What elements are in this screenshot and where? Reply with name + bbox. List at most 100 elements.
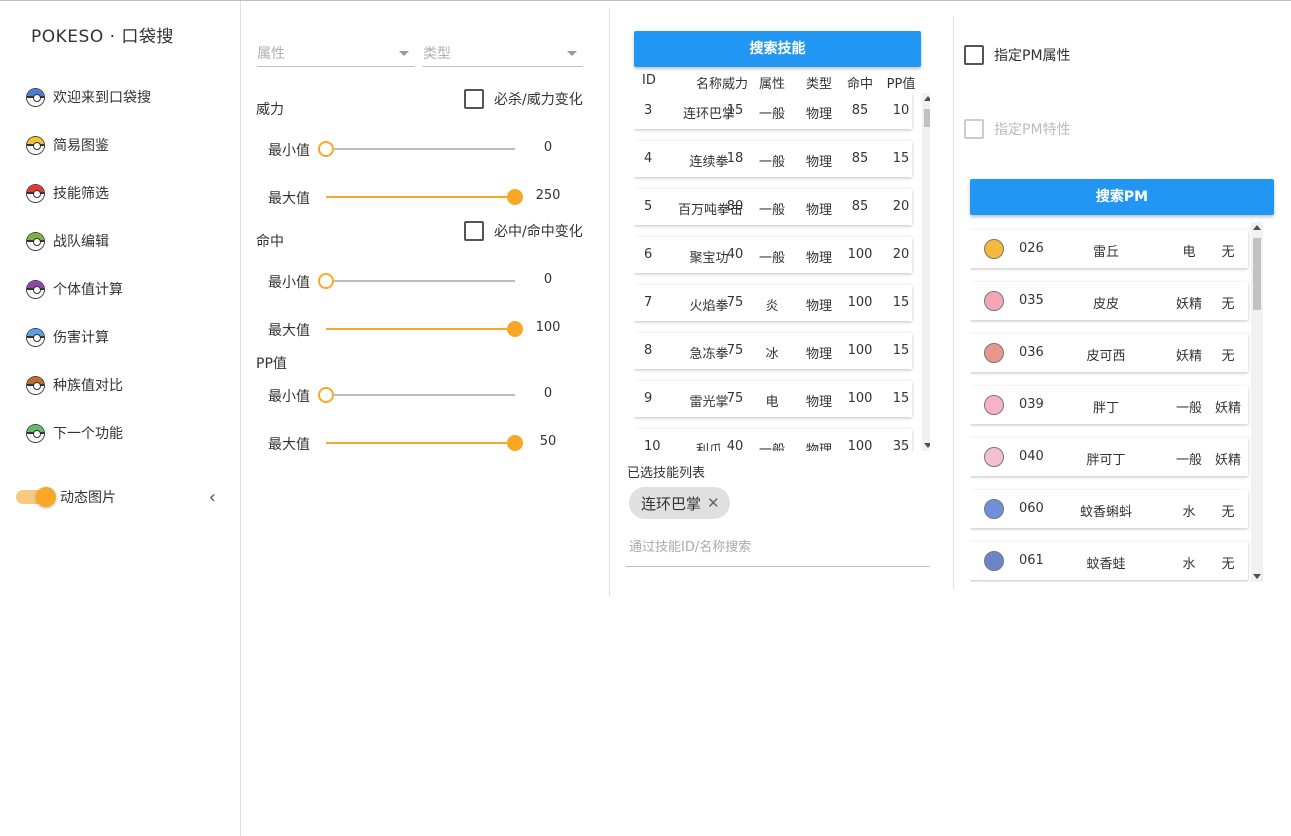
skill-cell: 物理 <box>805 395 832 410</box>
scroll-down-arrow-icon[interactable] <box>1253 574 1261 579</box>
switch-knob[interactable] <box>36 487 56 507</box>
skill-search-input[interactable]: 通过技能ID/名称搜索 <box>626 531 930 567</box>
sidebar-item-7[interactable]: 下一个功能 <box>0 409 240 457</box>
sidebar-item-4[interactable]: 个体值计算 <box>0 265 240 313</box>
skill-row[interactable]: 9 雷光掌 75 电物理 100 15 <box>634 381 912 417</box>
pm-list[interactable]: 061 蚊香蛙水无 060 蚊香蝌蚪水无 040 胖可丁 一般 妖精 039 胖丁 一般 妖精 036 皮… <box>970 222 1278 582</box>
search-pm-button[interactable]: 搜索PM <box>970 179 1274 215</box>
pm-type2: 无 <box>1221 557 1235 572</box>
slider-track[interactable] <box>326 321 523 337</box>
type-select[interactable]: 属性 <box>257 35 415 67</box>
pm-ability-label: 指定PM特性 <box>994 122 1071 138</box>
slider-track[interactable] <box>318 387 515 403</box>
pm-panel: 指定PM属性 指定PM特性 搜索PM 061 蚊香蛙水无 060 蚊香蝌蚪水无 040 胖… <box>962 1 1282 601</box>
scroll-up-arrow-icon[interactable] <box>1253 225 1261 230</box>
accuracy-label: 命中 <box>256 234 284 250</box>
skill-cell: 85 <box>851 151 869 166</box>
pp-label: PP值 <box>256 356 287 372</box>
skill-cell: 100 <box>847 439 873 451</box>
skill-cell: 一般 <box>758 203 785 218</box>
pm-row[interactable]: 061 蚊香蛙 水 无 <box>970 542 1248 580</box>
skill-cell: 物理 <box>805 155 832 170</box>
animated-images-switch[interactable] <box>16 487 56 507</box>
search-skills-button[interactable]: 搜索技能 <box>634 31 921 67</box>
skill-cell: 20 <box>892 247 910 262</box>
power-variable-checkbox-row[interactable]: 必杀/威力变化 <box>464 89 583 109</box>
skill-row[interactable]: 10 利爪 40 一般 物理 100 35 <box>634 429 912 451</box>
pp-max-slider[interactable]: 最大值 50 <box>268 431 588 455</box>
pm-type2: 妖精 <box>1214 401 1241 416</box>
skill-list[interactable]: 10 利爪 40 一般 物理 100 35 9 雷光掌 75 电物理 100 15 8 急冻拳 75 冰物理 10… <box>634 93 930 451</box>
sidebar-item-0[interactable]: 欢迎来到口袋搜 <box>0 73 240 121</box>
chevron-left-icon[interactable]: ‹ <box>209 487 216 508</box>
column-header[interactable]: ID <box>642 73 672 88</box>
slider-track[interactable] <box>318 273 515 289</box>
animated-images-toggle-row: 动态图片 ‹ <box>16 485 226 509</box>
power-max-slider[interactable]: 最大值 250 <box>268 185 588 209</box>
scrollbar-thumb[interactable] <box>924 109 930 127</box>
slider-thumb[interactable] <box>318 387 334 403</box>
skill-cell: 20 <box>892 199 910 214</box>
column-header[interactable]: 威力 <box>718 73 752 92</box>
pm-type1: 一般 <box>1175 401 1202 416</box>
skill-row[interactable]: 8 急冻拳 75 冰物理 100 15 <box>634 333 912 369</box>
skill-row[interactable]: 3 连环巴掌 15 一般 物理 85 10 <box>634 93 912 129</box>
close-icon[interactable]: ✕ <box>707 494 720 512</box>
scroll-down-arrow-icon[interactable] <box>924 443 930 448</box>
slider-thumb[interactable] <box>318 141 334 157</box>
sidebar-item-2[interactable]: 技能筛选 <box>0 169 240 217</box>
power-variable-checkbox[interactable] <box>464 89 484 109</box>
column-header[interactable]: 属性 <box>754 73 790 92</box>
selected-skill-chip[interactable]: 连环巴掌 ✕ <box>629 487 730 519</box>
slider-track[interactable] <box>326 189 523 205</box>
skill-cell: 35 <box>892 439 910 451</box>
skill-list-scrollbar[interactable] <box>922 93 930 451</box>
column-divider <box>609 8 610 596</box>
slider-track[interactable] <box>318 141 515 157</box>
skill-row[interactable]: 6 聚宝功 40 一般 物理 100 20 <box>634 237 912 273</box>
jigglypuff-sprite-icon <box>984 395 1004 415</box>
scroll-up-arrow-icon[interactable] <box>924 96 930 101</box>
sidebar-item-1[interactable]: 简易图鉴 <box>0 121 240 169</box>
category-select-placeholder: 类型 <box>423 46 451 62</box>
skill-cell: 75 <box>726 295 744 310</box>
pm-list-scrollbar[interactable] <box>1251 222 1263 582</box>
accuracy-variable-checkbox[interactable] <box>464 221 484 241</box>
pp-min-slider[interactable]: 最小值 0 <box>268 383 588 407</box>
scrollbar-thumb[interactable] <box>1253 238 1261 310</box>
raichu-sprite-icon <box>984 239 1004 259</box>
pm-row[interactable]: 026 雷丘 电 无 <box>970 230 1248 268</box>
sidebar-item-3[interactable]: 战队编辑 <box>0 217 240 265</box>
power-min-slider[interactable]: 最小值 0 <box>268 137 588 161</box>
pm-row[interactable]: 035 皮皮 妖精 无 <box>970 282 1248 320</box>
accuracy-min-slider[interactable]: 最小值 0 <box>268 269 588 293</box>
skill-row[interactable]: 7 火焰拳 75 炎物理 100 15 <box>634 285 912 321</box>
pm-attr-checkbox[interactable] <box>964 45 984 65</box>
skill-panel: 搜索技能 ID 名称 威力 属性 类型 命中 PP值 10 利爪 40 一般 物理 100 35 9 雷光掌… <box>626 1 931 601</box>
sidebar-item-6[interactable]: 种族值对比 <box>0 361 240 409</box>
skill-cell: 40 <box>726 439 744 451</box>
slider-track[interactable] <box>326 435 523 451</box>
slider-value: 50 <box>539 434 557 449</box>
sidebar-item-5[interactable]: 伤害计算 <box>0 313 240 361</box>
pm-row[interactable]: 060 蚊香蝌蚪 水 无 <box>970 490 1248 528</box>
skill-cell: 75 <box>726 343 744 358</box>
column-header[interactable]: 类型 <box>799 73 839 92</box>
column-header[interactable]: 命中 <box>842 73 878 92</box>
pm-row[interactable]: 039 胖丁 一般 妖精 <box>970 386 1248 424</box>
pm-ability-checkbox-row: 指定PM特性 <box>964 119 1071 139</box>
sidebar-item-label: 伤害计算 <box>53 330 109 346</box>
skill-row[interactable]: 5 百万吨拳击 80 一般 物理 85 20 <box>634 189 912 225</box>
skill-cell: 15 <box>892 391 910 406</box>
pm-row[interactable]: 036 皮可西 妖精 无 <box>970 334 1248 372</box>
accuracy-max-slider[interactable]: 最大值 100 <box>268 317 588 341</box>
skill-cell: 炎 <box>765 299 779 314</box>
pm-row[interactable]: 040 胖可丁 一般 妖精 <box>970 438 1248 476</box>
skill-row[interactable]: 4 连续拳 18 一般 物理 85 15 <box>634 141 912 177</box>
power-label: 威力 <box>256 102 284 118</box>
slider-thumb[interactable] <box>318 273 334 289</box>
column-header[interactable]: PP值 <box>884 73 918 92</box>
pm-attr-checkbox-row[interactable]: 指定PM属性 <box>964 45 1071 65</box>
accuracy-variable-checkbox-row[interactable]: 必中/命中变化 <box>464 221 583 241</box>
category-select[interactable]: 类型 <box>423 35 583 67</box>
